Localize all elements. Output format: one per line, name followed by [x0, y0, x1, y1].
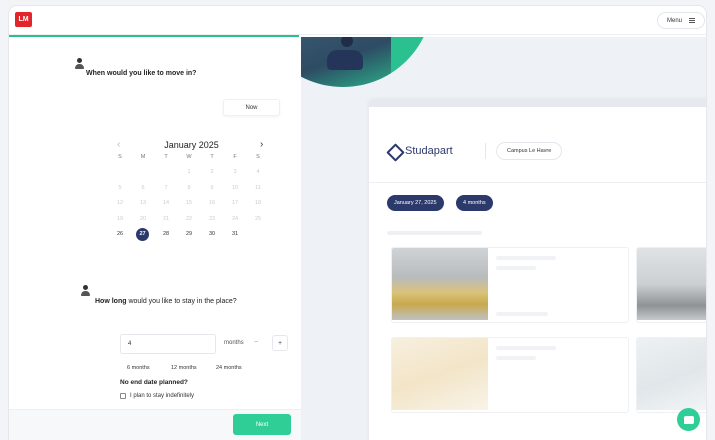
calendar-day[interactable]: 12 — [110, 200, 130, 206]
calendar: ‹ January 2025 › SMTWTFS 1 2 3 4 5 6 7 8 9 10 11 12… — [109, 140, 274, 241]
hamburger-icon — [689, 18, 696, 23]
calendar-day[interactable]: 1 — [179, 169, 199, 175]
menu-label: Menu — [667, 17, 683, 24]
listing-card[interactable] — [391, 337, 629, 413]
listing-photo — [392, 248, 488, 320]
calendar-day[interactable]: 18 — [248, 200, 268, 206]
calendar-day[interactable]: 29 — [179, 231, 199, 237]
calendar-day[interactable]: 25 — [248, 216, 268, 222]
calendar-day[interactable]: 5 — [110, 185, 130, 191]
calendar-day[interactable]: 19 — [110, 216, 130, 222]
studapart-logo: Studapart — [387, 145, 453, 157]
app-window: LM Menu When would you like to move in? … — [9, 6, 706, 440]
no-end-title: No end date planned? — [120, 379, 188, 386]
calendar-day[interactable]: 26 — [110, 231, 130, 237]
placeholder-line — [387, 231, 482, 235]
weekday-label: S — [118, 154, 122, 160]
months-pill[interactable]: 4 months — [456, 195, 493, 211]
calendar-day[interactable]: 17 — [225, 200, 245, 206]
calendar-day[interactable]: 3 — [225, 169, 245, 175]
calendar-day[interactable]: 8 — [179, 185, 199, 191]
menu-button[interactable]: Menu — [657, 12, 706, 29]
house-icon — [387, 145, 401, 157]
now-button[interactable]: Now — [223, 99, 280, 116]
weekday-label: M — [140, 154, 146, 160]
calendar-day[interactable]: 21 — [156, 216, 176, 222]
calendar-week: 5 6 7 8 9 10 11 — [109, 182, 274, 195]
campus-chip[interactable]: Campus Le Havre — [496, 142, 563, 160]
top-bar: LM Menu — [9, 6, 706, 35]
duration-question: How long would you like to stay in the p… — [95, 298, 237, 305]
form-panel: When would you like to move in? Now ‹ Ja… — [9, 37, 301, 440]
listing-photo — [637, 248, 706, 320]
duration-question-rest: would you like to stay in the place? — [126, 298, 237, 305]
divider — [485, 143, 486, 159]
card-top-strip — [369, 99, 706, 107]
calendar-day[interactable]: 14 — [156, 200, 176, 206]
indefinite-checkbox[interactable] — [120, 393, 126, 399]
indefinite-label[interactable]: I plan to stay indefinitely — [130, 393, 194, 399]
calendar-day[interactable]: 13 — [133, 200, 153, 206]
listing-card[interactable] — [636, 247, 706, 323]
weekday-row: SMTWTFS — [109, 154, 274, 162]
calendar-day[interactable]: 27 — [136, 228, 149, 241]
weekday-label: W — [186, 154, 192, 160]
calendar-week: 1234 — [109, 166, 274, 179]
listing-photo — [637, 338, 706, 410]
calendar-day[interactable]: 20 — [133, 216, 153, 222]
chat-icon[interactable] — [677, 408, 700, 431]
weekday-label: T — [210, 154, 214, 160]
form-footer: Next — [9, 409, 301, 440]
preset-6-months[interactable]: 6 months — [122, 361, 155, 374]
calendar-day[interactable]: 10 — [225, 185, 245, 191]
calendar-day[interactable]: 16 — [202, 200, 222, 206]
weekday-label: S — [256, 154, 260, 160]
brand-name: Studapart — [405, 145, 453, 157]
page-background: LM Menu When would you like to move in? … — [0, 0, 715, 440]
calendar-day[interactable]: 30 — [202, 231, 222, 237]
preview-card: Studapart Campus Le Havre January 27, 20… — [369, 99, 706, 440]
logo[interactable]: LM — [15, 12, 32, 27]
duration-question-bold: How long — [95, 298, 127, 305]
listing-photo — [392, 338, 488, 410]
preset-12-months[interactable]: 12 months — [166, 361, 202, 374]
calendar-day[interactable]: 22 — [179, 216, 199, 222]
calendar-week: 26 27 28 29 30 31 — [109, 228, 274, 241]
divider — [369, 182, 706, 183]
calendar-day[interactable]: 9 — [202, 185, 222, 191]
calendar-header: ‹ January 2025 › — [109, 140, 274, 152]
date-pill[interactable]: January 27, 2025 — [387, 195, 444, 211]
calendar-day[interactable]: 2 — [202, 169, 222, 175]
assistant-avatar-icon — [75, 58, 84, 69]
assistant-avatar-icon — [81, 285, 90, 296]
preset-24-months[interactable]: 24 months — [211, 361, 247, 374]
listing-card[interactable] — [391, 247, 629, 323]
calendar-day[interactable]: 6 — [133, 185, 153, 191]
calendar-day[interactable]: 4 — [248, 169, 268, 175]
decrement-button[interactable]: − — [254, 339, 258, 346]
calendar-day[interactable]: 7 — [156, 185, 176, 191]
increment-button[interactable]: + — [272, 335, 288, 351]
listing-card[interactable] — [636, 337, 706, 413]
calendar-day[interactable]: 23 — [202, 216, 222, 222]
preview-area: Studapart Campus Le Havre January 27, 20… — [301, 37, 706, 440]
calendar-week: 19 20 21 22 23 24 25 — [109, 213, 274, 226]
calendar-week: 12 13 14 15 16 17 18 — [109, 197, 274, 210]
move-in-question: When would you like to move in? — [86, 70, 197, 77]
duration-unit-select[interactable]: months — [224, 340, 244, 346]
next-button[interactable]: Next — [233, 414, 291, 435]
calendar-day[interactable]: 31 — [225, 231, 245, 237]
calendar-day[interactable]: 11 — [248, 185, 268, 191]
calendar-day[interactable]: 28 — [156, 231, 176, 237]
calendar-day[interactable]: 15 — [179, 200, 199, 206]
decorative-photo-circle — [301, 37, 433, 87]
calendar-day[interactable]: 24 — [225, 216, 245, 222]
weekday-label: T — [164, 154, 168, 160]
weekday-label: F — [233, 154, 237, 160]
duration-input[interactable]: 4 — [120, 334, 216, 354]
calendar-month-label: January 2025 — [164, 140, 219, 150]
next-month-icon[interactable]: › — [260, 140, 263, 150]
